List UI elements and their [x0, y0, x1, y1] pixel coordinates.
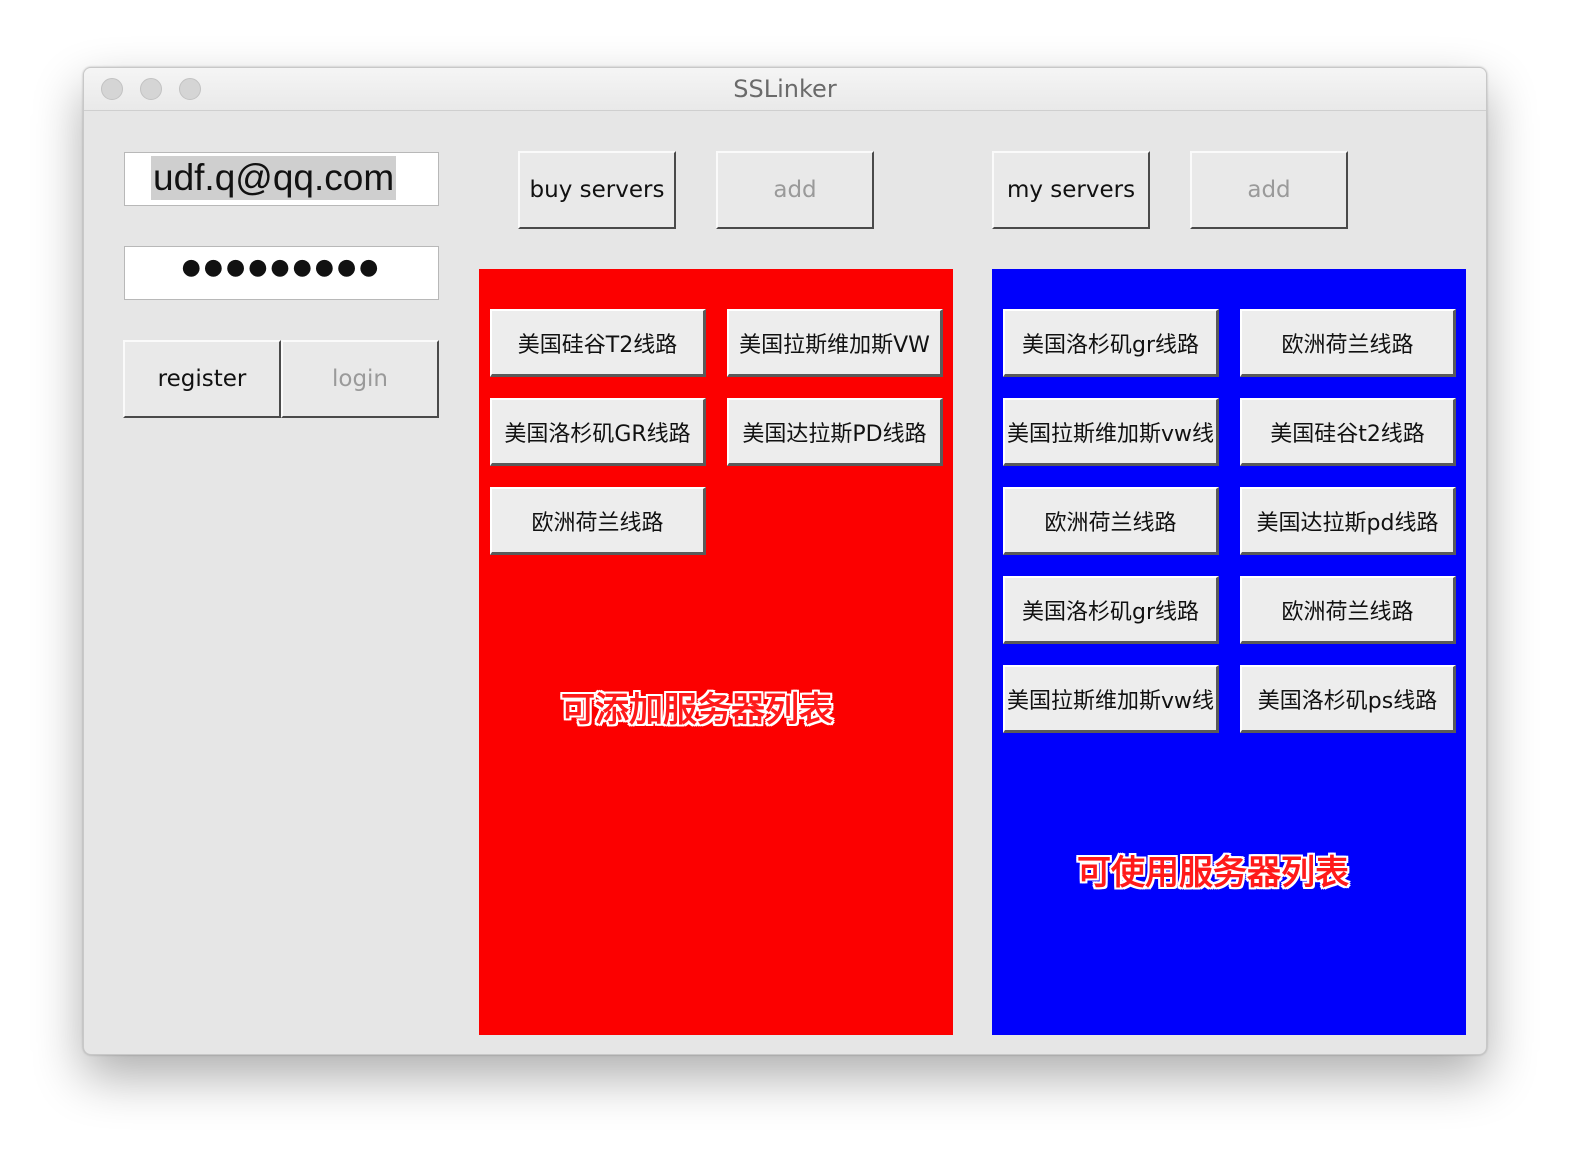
- buy-add-button[interactable]: add: [716, 151, 874, 229]
- sslinker-window: SSLinker udf.q@qq.com ●●●●●●●●● register…: [83, 67, 1487, 1055]
- buy-server-button[interactable]: 美国拉斯维加斯VW: [727, 309, 943, 377]
- my-servers-button[interactable]: my servers: [992, 151, 1150, 229]
- my-add-button[interactable]: add: [1190, 151, 1348, 229]
- my-server-button[interactable]: 美国洛杉矶gr线路: [1003, 309, 1219, 377]
- my-servers-panel: 美国洛杉矶gr线路 欧洲荷兰线路 美国拉斯维加斯vw线 美国硅谷t2线路 欧洲荷…: [992, 269, 1466, 1035]
- my-panel-caption: 可使用服务器列表: [1077, 853, 1349, 893]
- buy-server-button[interactable]: 美国硅谷T2线路: [490, 309, 706, 377]
- my-server-button[interactable]: 美国拉斯维加斯vw线: [1003, 398, 1219, 466]
- password-field-value: ●●●●●●●●●: [181, 255, 382, 280]
- email-field-value: udf.q@qq.com: [151, 156, 397, 200]
- my-server-button[interactable]: 欧洲荷兰线路: [1003, 487, 1219, 555]
- my-server-button[interactable]: 美国洛杉矶gr线路: [1003, 576, 1219, 644]
- buy-servers-panel: 美国硅谷T2线路 美国拉斯维加斯VW 美国洛杉矶GR线路 美国达拉斯PD线路 欧…: [479, 269, 953, 1035]
- my-server-button[interactable]: 美国达拉斯pd线路: [1240, 487, 1456, 555]
- buy-servers-button[interactable]: buy servers: [518, 151, 676, 229]
- buy-server-button[interactable]: 美国达拉斯PD线路: [727, 398, 943, 466]
- window-title: SSLinker: [733, 75, 837, 103]
- password-field[interactable]: ●●●●●●●●●: [124, 246, 439, 300]
- buy-server-button[interactable]: 美国洛杉矶GR线路: [490, 398, 706, 466]
- my-server-button[interactable]: 欧洲荷兰线路: [1240, 576, 1456, 644]
- buy-panel-caption: 可添加服务器列表: [561, 690, 833, 730]
- title-bar: SSLinker: [84, 68, 1486, 111]
- my-server-button[interactable]: 欧洲荷兰线路: [1240, 309, 1456, 377]
- buy-server-button[interactable]: 欧洲荷兰线路: [490, 487, 706, 555]
- email-field[interactable]: udf.q@qq.com: [124, 152, 439, 206]
- my-server-button[interactable]: 美国硅谷t2线路: [1240, 398, 1456, 466]
- login-button[interactable]: login: [281, 340, 439, 418]
- register-button[interactable]: register: [123, 340, 281, 418]
- my-server-button[interactable]: 美国洛杉矶ps线路: [1240, 665, 1456, 733]
- my-server-button[interactable]: 美国拉斯维加斯vw线: [1003, 665, 1219, 733]
